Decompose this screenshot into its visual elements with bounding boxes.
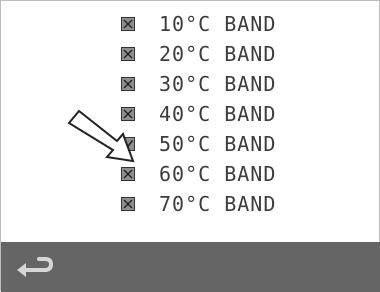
band-row-10[interactable]: 10°C BAND bbox=[121, 9, 276, 39]
band-label: 60°C BAND bbox=[159, 162, 277, 186]
arrow-pointer-icon bbox=[67, 109, 135, 163]
band-label: 20°C BAND bbox=[159, 42, 277, 66]
band-checkbox[interactable] bbox=[121, 17, 135, 31]
cross-mark-icon bbox=[123, 79, 133, 89]
cross-mark-icon bbox=[123, 199, 133, 209]
band-label: 10°C BAND bbox=[159, 12, 277, 36]
band-label: 30°C BAND bbox=[159, 72, 277, 96]
band-label: 50°C BAND bbox=[159, 132, 277, 156]
bottom-bar bbox=[1, 242, 380, 292]
band-row-60[interactable]: 60°C BAND bbox=[121, 159, 276, 189]
cross-mark-icon bbox=[123, 169, 133, 179]
band-list: 10°C BAND 20°C BAND 30°C BAND 40°C BAND … bbox=[1, 1, 380, 242]
cross-mark-icon bbox=[123, 49, 133, 59]
band-selection-screen: 10°C BAND 20°C BAND 30°C BAND 40°C BAND … bbox=[0, 0, 380, 292]
band-row-50[interactable]: 50°C BAND bbox=[121, 129, 276, 159]
band-checkbox[interactable] bbox=[121, 77, 135, 91]
band-checkbox[interactable] bbox=[121, 167, 135, 181]
band-row-30[interactable]: 30°C BAND bbox=[121, 69, 276, 99]
band-checkbox[interactable] bbox=[121, 47, 135, 61]
band-row-20[interactable]: 20°C BAND bbox=[121, 39, 276, 69]
band-label: 40°C BAND bbox=[159, 102, 277, 126]
return-arrow-icon[interactable] bbox=[15, 254, 57, 280]
band-row-40[interactable]: 40°C BAND bbox=[121, 99, 276, 129]
band-checkbox[interactable] bbox=[121, 197, 135, 211]
cross-mark-icon bbox=[123, 19, 133, 29]
band-label: 70°C BAND bbox=[159, 192, 277, 216]
band-row-70[interactable]: 70°C BAND bbox=[121, 189, 276, 219]
